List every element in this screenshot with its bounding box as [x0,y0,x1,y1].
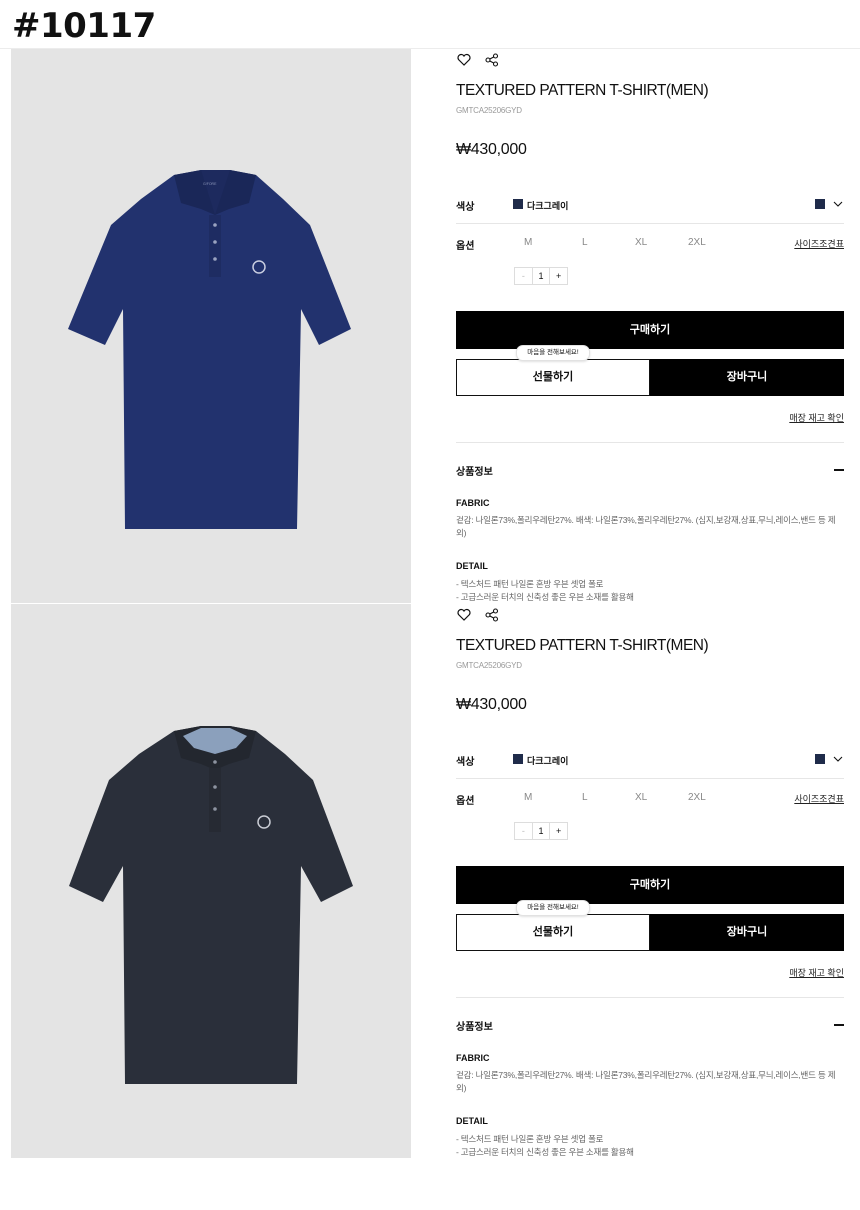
divider [456,778,844,779]
quantity-increase-button[interactable]: + [550,823,567,839]
action-icons [456,607,500,623]
quantity-value[interactable]: 1 [533,823,551,839]
detail-heading: DETAIL [456,1116,488,1126]
option-label: 옵션 [456,796,475,807]
size-guide-link[interactable]: 사이즈조견표 [794,792,844,805]
quantity-decrease-button[interactable]: - [515,823,533,839]
collapse-icon[interactable] [834,1024,844,1026]
color-select-swatch[interactable] [815,754,825,764]
quantity-stepper: - 1 + [514,822,568,840]
divider [456,223,844,224]
detail-heading: DETAIL [456,561,488,571]
product-title: TEXTURED PATTERN T-SHIRT(MEN) [456,637,709,654]
size-option-m[interactable]: M [524,792,532,803]
product-panel: TEXTURED PATTERN T-SHIRT(MEN) GMTCA25206… [0,604,860,1158]
heart-icon[interactable] [456,607,472,623]
divider [456,997,844,998]
action-icons [456,52,500,68]
divider [456,442,844,443]
gift-button[interactable]: 선물하기 [456,359,650,396]
size-option-xl[interactable]: XL [635,237,647,248]
gift-tooltip: 마음을 전해보세요! [516,900,590,916]
color-name: 다크그레이 [527,201,569,211]
collapse-icon[interactable] [834,469,844,471]
product-photo[interactable] [11,604,411,1158]
product-title: TEXTURED PATTERN T-SHIRT(MEN) [456,82,709,99]
share-icon[interactable] [484,607,500,623]
product-info-heading[interactable]: 상품정보 [456,463,493,478]
heart-icon[interactable] [456,52,472,68]
size-option-xl[interactable]: XL [635,792,647,803]
size-option-2xl[interactable]: 2XL [688,792,706,803]
size-option-m[interactable]: M [524,237,532,248]
color-label: 색상 [456,757,475,768]
color-label: 색상 [456,202,475,213]
color-name: 다크그레이 [527,756,569,766]
product-info: TEXTURED PATTERN T-SHIRT(MEN) GMTCA25206… [456,49,844,603]
product-price: ₩430,000 [456,141,527,158]
size-option-l[interactable]: L [582,792,588,803]
option-label: 옵션 [456,241,475,252]
product-info-heading[interactable]: 상품정보 [456,1018,493,1033]
cart-button[interactable]: 장바구니 [650,359,844,396]
quantity-stepper: - 1 + [514,267,568,285]
product-photo[interactable]: G/FORE [11,49,411,603]
store-stock-link[interactable]: 매장 재고 확인 [789,966,844,979]
color-swatch [513,754,523,764]
product-price: ₩430,000 [456,696,527,713]
product-code: GMTCA25206GYD [456,106,522,115]
detail-line: - 텍스처드 패턴 나일론 혼방 우븐 셋업 폴로 [456,579,604,589]
buy-button[interactable]: 구매하기 [456,311,844,349]
gift-tooltip: 마음을 전해보세요! [516,345,590,361]
color-swatch [513,199,523,209]
fabric-heading: FABRIC [456,498,490,508]
product-panel: G/FORE TEXTURED PATTERN T-SHIRT(MEN) GMT… [0,49,860,603]
size-option-l[interactable]: L [582,237,588,248]
cart-button[interactable]: 장바구니 [650,914,844,951]
color-select-swatch[interactable] [815,199,825,209]
detail-line: - 텍스처드 패턴 나일론 혼방 우븐 셋업 폴로 [456,1134,604,1144]
quantity-value[interactable]: 1 [533,268,551,284]
fabric-heading: FABRIC [456,1053,490,1063]
size-guide-link[interactable]: 사이즈조견표 [794,237,844,250]
chevron-down-icon[interactable] [832,197,844,209]
quantity-increase-button[interactable]: + [550,268,567,284]
detail-line: - 고급스러운 터치의 신축성 좋은 우븐 소재를 활용해 [456,592,634,602]
product-info: TEXTURED PATTERN T-SHIRT(MEN) GMTCA25206… [456,604,844,1158]
product-code: GMTCA25206GYD [456,661,522,670]
store-stock-link[interactable]: 매장 재고 확인 [789,411,844,424]
detail-line: - 고급스러운 터치의 신축성 좋은 우븐 소재를 활용해 [456,1147,634,1157]
fabric-text: 겉감: 나일론73%,폴리우레탄27%. 배색: 나일론73%,폴리우레탄27%… [456,515,836,538]
share-icon[interactable] [484,52,500,68]
fabric-text: 겉감: 나일론73%,폴리우레탄27%. 배색: 나일론73%,폴리우레탄27%… [456,1070,836,1093]
chevron-down-icon[interactable] [832,752,844,764]
size-option-2xl[interactable]: 2XL [688,237,706,248]
quantity-decrease-button[interactable]: - [515,268,533,284]
gift-button[interactable]: 선물하기 [456,914,650,951]
svg-text:G/FORE: G/FORE [203,182,217,186]
buy-button[interactable]: 구매하기 [456,866,844,904]
post-tag: #10117 [12,6,156,46]
